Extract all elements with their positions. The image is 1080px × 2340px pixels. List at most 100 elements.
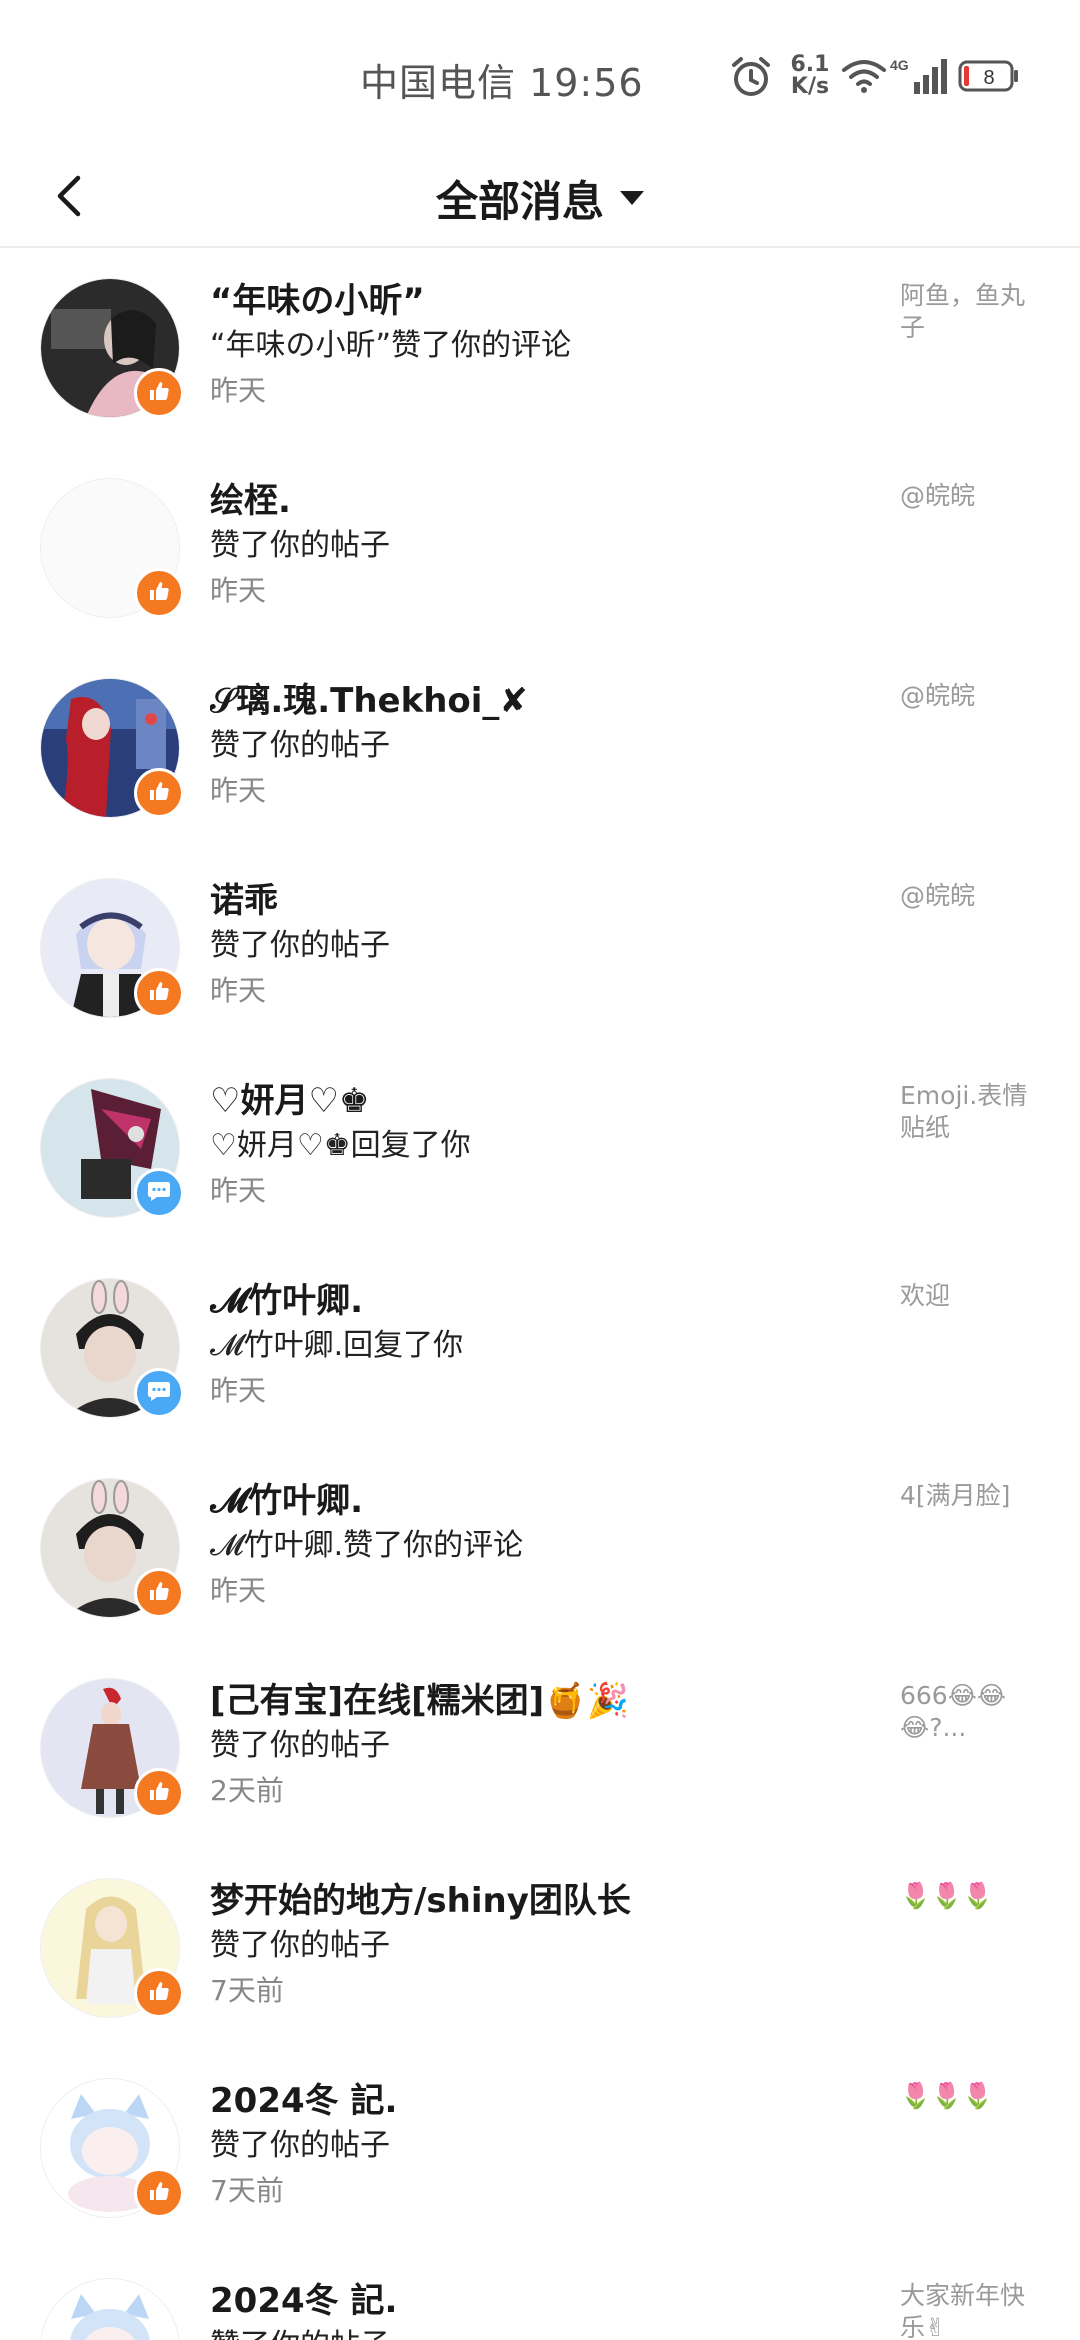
message-list: “年味の小昕” “年味の小昕”赞了你的评论 昨天 阿鱼，鱼丸子 绘桎. 赞了你的… — [0, 248, 1080, 2340]
avatar-wrap — [40, 478, 184, 618]
message-text: 𝓜竹叶卿. 𝓜竹叶卿.赞了你的评论 昨天 — [210, 1478, 870, 1614]
caret-down-icon — [620, 191, 644, 205]
reference-preview[interactable]: @皖皖 — [900, 480, 1040, 512]
avatar-wrap — [40, 278, 184, 418]
like-icon — [147, 2179, 171, 2207]
reference-preview[interactable]: @皖皖 — [900, 880, 1040, 912]
like-badge — [134, 368, 184, 418]
page-title: 全部消息 — [435, 176, 604, 226]
timestamp: 2天前 — [210, 1774, 284, 1807]
reference-preview[interactable]: 666😂😂😂?... — [900, 1680, 1040, 1744]
avatar-wrap — [40, 1478, 184, 1618]
user-name[interactable]: 𝒮璃.瑰.Thekhoi_✘ — [210, 678, 870, 724]
messages-page: 中国电信 19:56 6.1 K/s 4G 8 全部消息 “年味の小昕” “年味… — [0, 0, 1080, 2340]
like-icon — [147, 379, 171, 407]
reply-icon — [146, 1179, 172, 1207]
like-badge — [134, 1768, 184, 1818]
like-badge — [134, 1568, 184, 1618]
action-text: ♡妍月♡♚回复了你 — [210, 1128, 471, 1163]
avatar-wrap — [40, 1878, 184, 2018]
message-item[interactable]: 𝒮璃.瑰.Thekhoi_✘ 赞了你的帖子 昨天 @皖皖 — [0, 648, 1080, 848]
message-text: 2024冬 記. 赞了你的帖子 — [210, 2278, 870, 2340]
message-text: [己有宝]在线[糯米团]🍯🎉 赞了你的帖子 2天前 — [210, 1678, 870, 1814]
reference-preview[interactable]: 🌷🌷🌷 — [900, 2080, 1040, 2112]
message-text: 绘桎. 赞了你的帖子 昨天 — [210, 478, 870, 614]
reference-preview[interactable]: 欢迎 — [900, 1280, 1040, 1312]
message-item[interactable]: 诺乖 赞了你的帖子 昨天 @皖皖 — [0, 848, 1080, 1048]
reference-preview[interactable]: 🌷🌷🌷 — [900, 1880, 1040, 1912]
like-icon — [147, 1779, 171, 1807]
reply-badge — [134, 1168, 184, 1218]
avatar-wrap — [40, 1078, 184, 1218]
top-nav-bar: 全部消息 — [0, 150, 1080, 248]
avatar-wrap — [40, 1278, 184, 1418]
avatar-wrap — [40, 1678, 184, 1818]
message-text: 𝒮璃.瑰.Thekhoi_✘ 赞了你的帖子 昨天 — [210, 678, 870, 814]
avatar-wrap — [40, 678, 184, 818]
carrier-time: 中国电信 19:56 — [360, 61, 644, 105]
message-text: 梦开始的地方/shiny团队长 赞了你的帖子 7天前 — [210, 1878, 870, 2014]
timestamp: 昨天 — [210, 974, 267, 1007]
user-name[interactable]: 𝓜竹叶卿. — [210, 1478, 870, 1524]
timestamp: 7天前 — [210, 2174, 284, 2207]
timestamp: 昨天 — [210, 1574, 267, 1607]
timestamp: 昨天 — [210, 774, 267, 807]
action-text: 赞了你的帖子 — [210, 928, 390, 963]
message-filter-dropdown[interactable]: 全部消息 — [0, 150, 1080, 246]
message-item[interactable]: ♡妍月♡♚ ♡妍月♡♚回复了你 昨天 Emoji.表情贴纸 — [0, 1048, 1080, 1248]
message-item[interactable]: 梦开始的地方/shiny团队长 赞了你的帖子 7天前 🌷🌷🌷 — [0, 1848, 1080, 2048]
avatar[interactable] — [40, 2278, 180, 2340]
timestamp: 昨天 — [210, 574, 267, 607]
reference-preview[interactable]: 大家新年快乐✌ — [900, 2280, 1040, 2340]
status-bar: 中国电信 19:56 6.1 K/s 4G 8 — [0, 0, 1080, 150]
timestamp: 7天前 — [210, 1974, 284, 2007]
reference-preview[interactable]: @皖皖 — [900, 680, 1040, 712]
action-text: 𝓜竹叶卿.赞了你的评论 — [210, 1528, 524, 1563]
message-item[interactable]: 2024冬 記. 赞了你的帖子 7天前 🌷🌷🌷 — [0, 2048, 1080, 2248]
message-item[interactable]: “年味の小昕” “年味の小昕”赞了你的评论 昨天 阿鱼，鱼丸子 — [0, 248, 1080, 448]
user-name[interactable]: 2024冬 記. — [210, 2278, 870, 2324]
battery-level-text: 8 — [983, 67, 994, 89]
message-text: 2024冬 記. 赞了你的帖子 7天前 — [210, 2078, 870, 2214]
user-name[interactable]: “年味の小昕” — [210, 278, 870, 324]
like-icon — [147, 1979, 171, 2007]
user-name[interactable]: 2024冬 記. — [210, 2078, 870, 2124]
like-icon — [147, 579, 171, 607]
reply-badge — [134, 1368, 184, 1418]
action-text: 赞了你的帖子 — [210, 528, 390, 563]
avatar-wrap — [40, 2278, 180, 2340]
message-item[interactable]: 𝓜竹叶卿. 𝓜竹叶卿.回复了你 昨天 欢迎 — [0, 1248, 1080, 1448]
user-name[interactable]: 绘桎. — [210, 478, 870, 524]
timestamp: 昨天 — [210, 1174, 267, 1207]
wifi-icon — [842, 58, 886, 98]
user-name[interactable]: 𝓜竹叶卿. — [210, 1278, 870, 1324]
message-item[interactable]: 𝓜竹叶卿. 𝓜竹叶卿.赞了你的评论 昨天 4[满月脸] — [0, 1448, 1080, 1648]
like-badge — [134, 968, 184, 1018]
action-text: 赞了你的帖子 — [210, 1928, 390, 1963]
signal-icon: 4G — [890, 56, 952, 100]
net-speed: 6.1 K/s — [786, 54, 834, 98]
message-item[interactable]: [己有宝]在线[糯米团]🍯🎉 赞了你的帖子 2天前 666😂😂😂?... — [0, 1648, 1080, 1848]
like-icon — [147, 979, 171, 1007]
action-text: 赞了你的帖子 — [210, 2324, 870, 2340]
like-badge — [134, 568, 184, 618]
reference-preview[interactable]: 阿鱼，鱼丸子 — [900, 280, 1040, 344]
like-icon — [147, 779, 171, 807]
reference-preview[interactable]: 4[满月脸] — [900, 1480, 1040, 1512]
user-name[interactable]: ♡妍月♡♚ — [210, 1078, 870, 1124]
user-name[interactable]: 梦开始的地方/shiny团队长 — [210, 1878, 870, 1924]
message-item[interactable]: 2024冬 記. 赞了你的帖子 大家新年快乐✌ — [0, 2248, 1080, 2340]
action-text: 赞了你的帖子 — [210, 728, 390, 763]
like-icon — [147, 1579, 171, 1607]
avatar-wrap — [40, 2078, 184, 2218]
user-name[interactable]: 诺乖 — [210, 878, 870, 924]
action-text: 赞了你的帖子 — [210, 2128, 390, 2163]
reference-preview[interactable]: Emoji.表情贴纸 — [900, 1080, 1040, 1144]
like-badge — [134, 1968, 184, 2018]
action-text: 赞了你的帖子 — [210, 1728, 390, 1763]
timestamp: 昨天 — [210, 1374, 267, 1407]
avatar-wrap — [40, 878, 184, 1018]
action-text: “年味の小昕”赞了你的评论 — [210, 328, 572, 363]
user-name[interactable]: [己有宝]在线[糯米团]🍯🎉 — [210, 1678, 870, 1724]
message-item[interactable]: 绘桎. 赞了你的帖子 昨天 @皖皖 — [0, 448, 1080, 648]
